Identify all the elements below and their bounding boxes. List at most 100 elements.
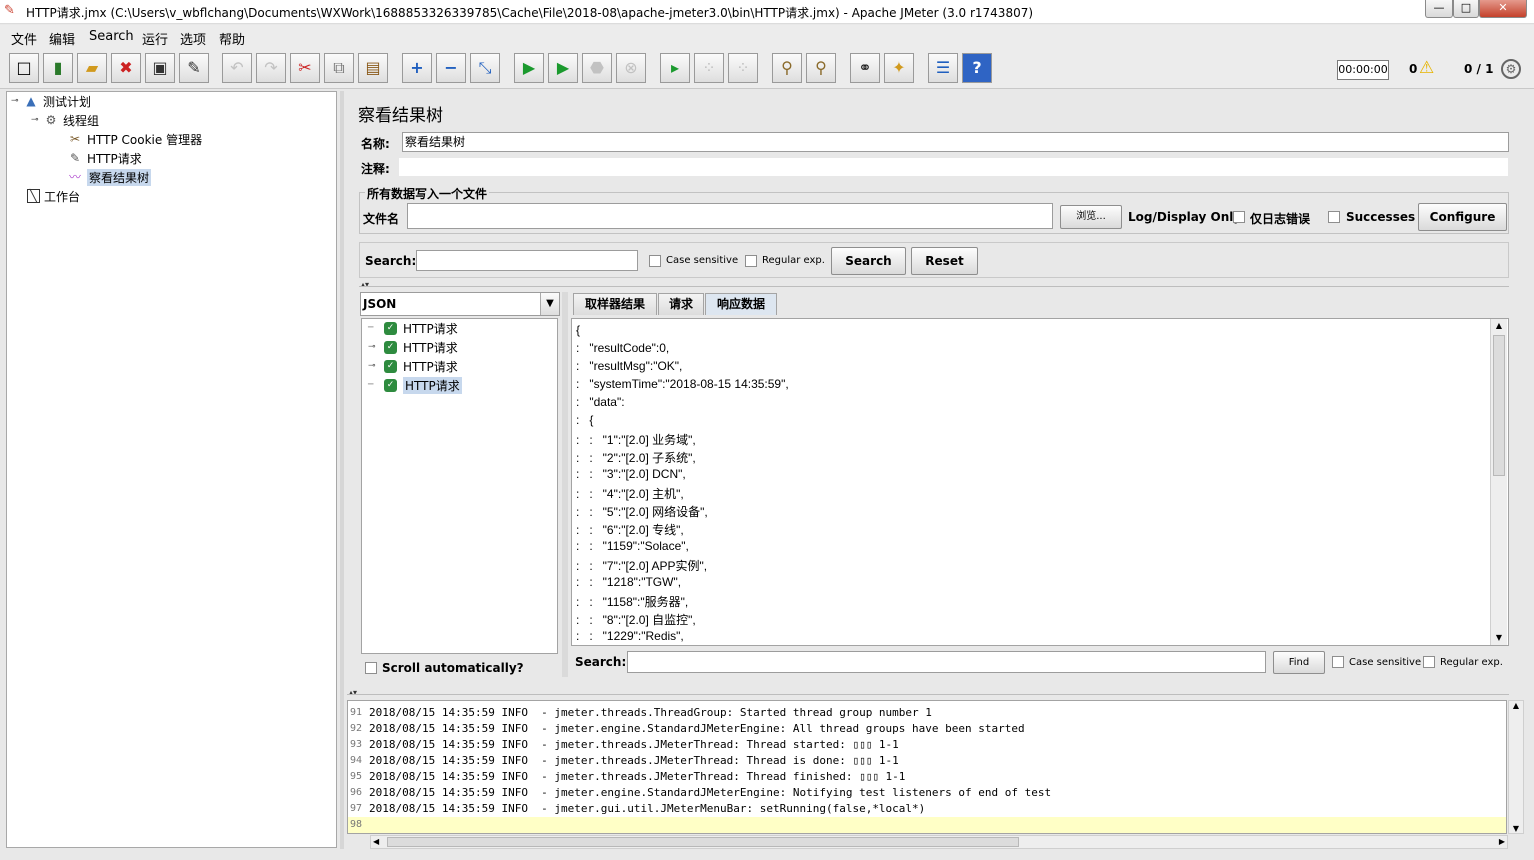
menu-edit[interactable]: 编辑: [49, 29, 75, 48]
scroll-down-icon[interactable]: ▼: [1509, 824, 1523, 833]
start-no-pause-icon[interactable]: ▶: [548, 53, 578, 83]
reset-search-icon[interactable]: ✦: [884, 53, 914, 83]
tree-node-cookie-manager[interactable]: ✂ HTTP Cookie 管理器: [67, 130, 202, 148]
undo-icon[interactable]: ↶: [222, 53, 252, 83]
help-icon[interactable]: ?: [962, 53, 992, 83]
renderer-select[interactable]: JSON: [360, 292, 560, 316]
remote-shutdown-icon[interactable]: ⁘: [728, 53, 758, 83]
menu-options[interactable]: 选项: [180, 29, 206, 48]
configure-button[interactable]: Configure: [1418, 203, 1507, 231]
results-splitter[interactable]: [562, 292, 568, 677]
open-icon[interactable]: ▰: [77, 53, 107, 83]
split-divider[interactable]: [340, 91, 344, 849]
remote-stop-icon[interactable]: ⁘: [694, 53, 724, 83]
regex-checkbox[interactable]: [745, 255, 757, 267]
log-viewer[interactable]: 91 2018/08/15 14:35:59 INFO - jmeter.thre…: [347, 700, 1507, 834]
scroll-left-icon[interactable]: ◀: [373, 836, 379, 848]
expand-handle-icon[interactable]: ⊸: [368, 342, 384, 352]
browse-button[interactable]: 浏览...: [1060, 205, 1122, 229]
log-splitter-arrows-icon[interactable]: ▴▾: [349, 688, 357, 697]
save-as-icon[interactable]: ✎: [179, 53, 209, 83]
response-line: : : "3":"[2.0] DCN",: [576, 467, 686, 481]
stop-icon[interactable]: ⬣: [582, 53, 612, 83]
start-icon[interactable]: ▶: [514, 53, 544, 83]
scroll-up-icon[interactable]: ▲: [1491, 319, 1507, 333]
tree-node-workbench[interactable]: ╲ 工作台: [27, 187, 80, 205]
menu-file[interactable]: 文件: [11, 29, 37, 48]
remote-start-icon[interactable]: ▸: [660, 53, 690, 83]
tab-request[interactable]: 请求: [658, 293, 704, 315]
scroll-auto-label: Scroll automatically?: [382, 661, 524, 675]
save-icon[interactable]: ▣: [145, 53, 175, 83]
tree-node-thread-group[interactable]: ⊸ ⚙ 线程组: [31, 111, 99, 129]
chevron-down-icon[interactable]: ▼: [540, 293, 559, 315]
log-line-number: 96: [350, 787, 363, 798]
expand-handle-icon[interactable]: ⊸: [11, 96, 23, 106]
reset-button[interactable]: Reset: [911, 247, 978, 275]
close-button[interactable]: ✕: [1479, 0, 1527, 18]
search-input[interactable]: [416, 250, 638, 271]
tree-label: 测试计划: [43, 94, 92, 109]
scroll-right-icon[interactable]: ▶: [1499, 836, 1505, 848]
menu-run[interactable]: 运行: [142, 29, 168, 48]
copy-icon[interactable]: ⧉: [324, 53, 354, 83]
tab-sampler-result[interactable]: 取样器结果: [573, 293, 657, 315]
filename-input[interactable]: [407, 203, 1053, 229]
errors-only-checkbox[interactable]: [1233, 211, 1245, 223]
scroll-thumb[interactable]: [1493, 335, 1505, 476]
close-file-icon[interactable]: ✖: [111, 53, 141, 83]
log-line-number: 91: [350, 707, 363, 718]
search-button[interactable]: Search: [831, 247, 906, 275]
cut-icon[interactable]: ✂: [290, 53, 320, 83]
tree-node-results-tree[interactable]: 〰 察看结果树: [67, 168, 152, 186]
errors-only-label: 仅日志错误: [1250, 212, 1311, 226]
result-item[interactable]: ⊸ ✓ HTTP请求: [368, 357, 458, 375]
remote-status-icon[interactable]: ⚙: [1501, 59, 1521, 79]
name-field[interactable]: 察看结果树: [402, 132, 1509, 152]
comment-field[interactable]: [398, 157, 1509, 177]
response-regex-checkbox[interactable]: [1423, 656, 1435, 668]
templates-icon[interactable]: ▮: [43, 53, 73, 83]
collapse-icon[interactable]: −: [436, 53, 466, 83]
response-search-input[interactable]: [627, 651, 1266, 673]
result-label: HTTP请求: [403, 321, 458, 336]
new-icon[interactable]: □: [9, 53, 39, 83]
menu-search[interactable]: Search: [89, 29, 134, 44]
tree-node-test-plan[interactable]: ⊸ ▲ 测试计划: [11, 92, 91, 110]
case-sensitive-checkbox[interactable]: [649, 255, 661, 267]
expand-handle-icon[interactable]: ⊸: [368, 361, 384, 371]
log-vscrollbar[interactable]: ▲ ▼: [1508, 700, 1524, 834]
scroll-up-icon[interactable]: ▲: [1509, 701, 1523, 710]
result-item[interactable]: ─ ✓ HTTP请求: [368, 376, 462, 394]
scroll-down-icon[interactable]: ▼: [1491, 631, 1507, 645]
find-button[interactable]: Find: [1273, 651, 1325, 674]
response-case-checkbox[interactable]: [1332, 656, 1344, 668]
response-scrollbar[interactable]: ▲ ▼: [1490, 319, 1507, 645]
expand-handle-icon[interactable]: ⊸: [31, 115, 43, 125]
hscroll-thumb[interactable]: [387, 837, 1019, 847]
successes-checkbox[interactable]: [1328, 211, 1340, 223]
tab-response-data[interactable]: 响应数据: [705, 293, 777, 315]
tree-node-http-request[interactable]: ✎ HTTP请求: [67, 149, 142, 167]
redo-icon[interactable]: ↷: [256, 53, 286, 83]
scroll-auto-checkbox[interactable]: [365, 662, 377, 674]
log-hscrollbar[interactable]: ◀ ▶: [370, 835, 1508, 849]
paste-icon[interactable]: ▤: [358, 53, 388, 83]
toggle-icon[interactable]: ⤡: [470, 53, 500, 83]
response-text-area[interactable]: {: "resultCode":0,: "resultMsg":"OK",: "…: [571, 318, 1509, 646]
maximize-button[interactable]: □: [1453, 0, 1479, 18]
function-helper-icon[interactable]: ☰: [928, 53, 958, 83]
shutdown-icon[interactable]: ⊗: [616, 53, 646, 83]
log-line: 91 2018/08/15 14:35:59 INFO - jmeter.thre…: [348, 705, 1506, 721]
result-item[interactable]: ⊸ ✓ HTTP请求: [368, 338, 458, 356]
splitter-arrows-icon[interactable]: ▴▾: [361, 280, 369, 289]
search-icon[interactable]: ⚭: [850, 53, 880, 83]
clear-icon[interactable]: ⚲: [772, 53, 802, 83]
minimize-button[interactable]: —: [1425, 0, 1453, 18]
result-item[interactable]: ─ ✓ HTTP请求: [368, 319, 458, 337]
expand-icon[interactable]: +: [402, 53, 432, 83]
file-section-title: 所有数据写入一个文件: [365, 185, 490, 202]
menu-help[interactable]: 帮助: [219, 29, 245, 48]
warning-icon[interactable]: ⚠: [1419, 58, 1434, 78]
clear-all-icon[interactable]: ⚲: [806, 53, 836, 83]
